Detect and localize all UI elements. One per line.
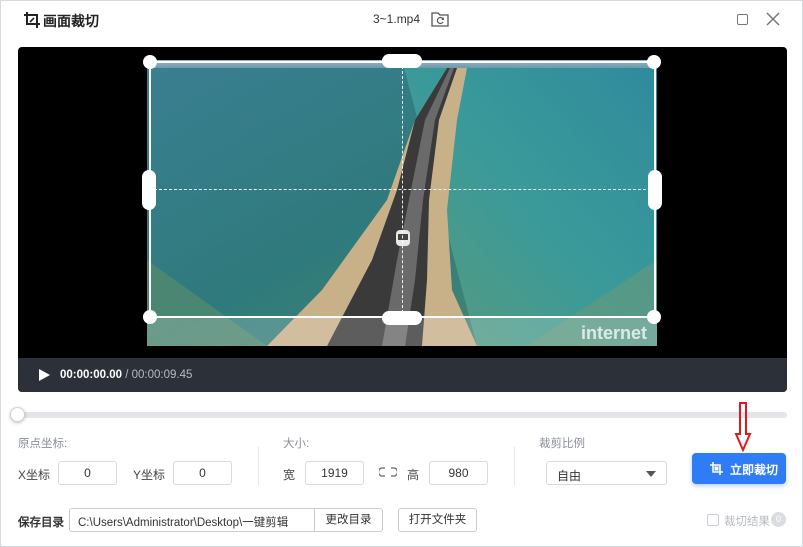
y-coordinate-label: Y坐标 (133, 468, 166, 482)
save-path-value: C:\Users\Administrator\Desktop\一键剪辑 (78, 517, 289, 529)
crop-handle-bottom[interactable] (382, 311, 422, 325)
crop-result-checkbox[interactable] (707, 514, 719, 526)
player-control-bar: 00:00:00.00 / 00:00:09.45 (18, 358, 787, 392)
aspect-link-icon[interactable] (379, 467, 397, 477)
annotation-arrow-icon (734, 402, 752, 452)
crop-handle-left[interactable] (142, 170, 156, 210)
divider (514, 447, 515, 485)
crop-handle-right[interactable] (648, 170, 662, 210)
close-icon[interactable] (766, 12, 780, 26)
crop-ratio-value: 自由 (557, 469, 582, 483)
open-folder-button[interactable]: 打开文件夹 (398, 508, 477, 532)
divider (258, 447, 259, 485)
time-display: 00:00:00.00 / 00:00:09.45 (60, 369, 192, 381)
app-title: 画面裁切 (43, 14, 99, 30)
change-directory-button[interactable]: 更改目录 (314, 508, 383, 532)
video-player: internet 00:00:00.00 / 00:00:09.45 (18, 47, 787, 392)
crop-now-label: 立即裁切 (730, 463, 779, 477)
origin-section-label: 原点坐标: (18, 438, 68, 450)
watermark-text: internet (581, 323, 647, 343)
width-input[interactable] (305, 461, 364, 485)
x-coordinate-input[interactable] (58, 461, 117, 485)
timeline-track[interactable] (18, 412, 787, 418)
duration: 00:00:09.45 (131, 369, 193, 381)
save-path-field[interactable]: C:\Users\Administrator\Desktop\一键剪辑 (69, 508, 314, 532)
crop-window: 画面裁切 3~1.mp4 internet 00:00:00.00 / 00:0… (0, 0, 803, 547)
crop-ratio-select[interactable]: 自由 (546, 461, 667, 485)
timeline-handle[interactable] (10, 407, 25, 422)
crop-handle-bottom-left[interactable] (143, 310, 157, 324)
width-label: 宽 (283, 468, 296, 482)
center-guide-horizontal (149, 189, 656, 190)
crop-result-label[interactable]: 裁切结果 (724, 513, 770, 529)
file-name: 3~1.mp4 (373, 12, 421, 26)
save-directory-label: 保存目录 (18, 517, 64, 529)
crop-app-icon (24, 12, 40, 28)
crop-ratio-label: 裁剪比例 (539, 438, 585, 450)
play-icon[interactable] (37, 368, 51, 382)
height-input[interactable] (429, 461, 488, 485)
size-section-label: 大小: (283, 438, 310, 450)
chevron-down-icon (646, 471, 656, 477)
crop-handle-top-left[interactable] (143, 55, 157, 69)
maximize-button[interactable] (737, 14, 748, 25)
current-time: 00:00:00.00 (60, 369, 123, 381)
crop-result-count-badge: 0 (771, 512, 786, 527)
title-bar: 画面裁切 3~1.mp4 (1, 1, 802, 39)
time-separator: / (122, 369, 132, 381)
crop-handle-top[interactable] (382, 54, 422, 68)
y-coordinate-input[interactable] (173, 461, 232, 485)
crop-icon (710, 462, 723, 475)
height-label: 高 (407, 468, 420, 482)
change-file-folder-icon[interactable] (431, 11, 449, 28)
crop-handle-bottom-right[interactable] (647, 310, 661, 324)
x-coordinate-label: X坐标 (18, 468, 51, 482)
crop-now-button[interactable]: 立即裁切 (692, 453, 786, 484)
crop-handle-top-right[interactable] (647, 55, 661, 69)
